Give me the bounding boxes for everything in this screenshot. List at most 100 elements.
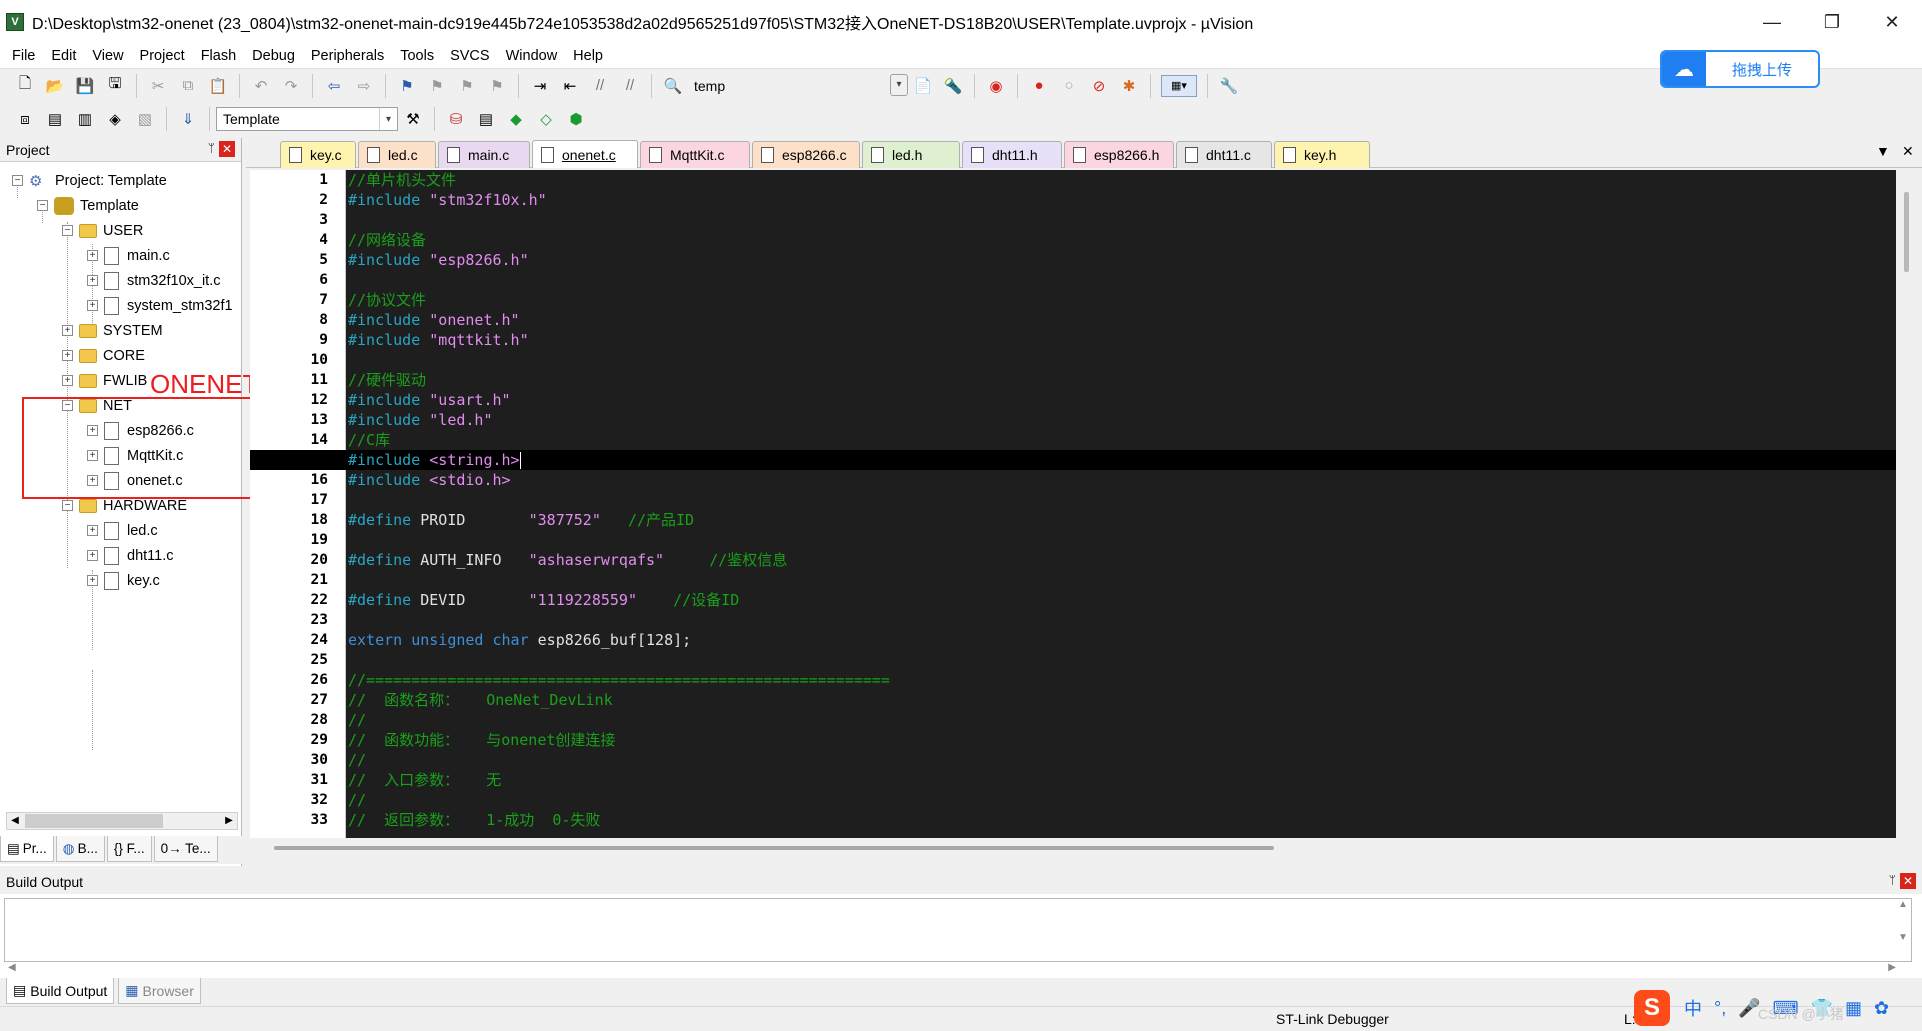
pin-icon[interactable]: ᛘ	[1889, 873, 1896, 887]
menu-file[interactable]: File	[6, 48, 45, 64]
code-line[interactable]: 9 #include "mqttkit.h"	[250, 330, 1896, 350]
tab-dht11-h[interactable]: dht11.h	[962, 141, 1062, 168]
tab-main-c[interactable]: main.c	[438, 141, 530, 168]
close-icon[interactable]: ✕	[219, 141, 235, 157]
code-line[interactable]: 28 //	[250, 710, 1896, 730]
code-line[interactable]: 17	[250, 490, 1896, 510]
target-select[interactable]: Template ▾	[216, 107, 398, 131]
code-line[interactable]: 26 //====================================…	[250, 670, 1896, 690]
menu-svcs[interactable]: SVCS	[444, 48, 500, 64]
menu-help[interactable]: Help	[567, 48, 613, 64]
breakpoint-disable-all-icon[interactable]: ⊘	[1088, 75, 1110, 97]
tab-books[interactable]: ◍ B...	[55, 836, 105, 862]
code-line[interactable]: 15 #include <string.h>	[250, 450, 1896, 470]
expand-icon[interactable]: +	[87, 550, 98, 561]
code-line[interactable]: 4 //网络设备	[250, 230, 1896, 250]
code-line[interactable]: 12 #include "usart.h"	[250, 390, 1896, 410]
code-editor[interactable]: 1 //单片机头文件 2 #include "stm32f10x.h" 3 4 //网络设备…	[250, 170, 1896, 838]
scroll-right-icon[interactable]: ▶	[1888, 962, 1896, 973]
comment-icon[interactable]: //	[589, 75, 611, 97]
code-line[interactable]: 10	[250, 350, 1896, 370]
code-line[interactable]: 27 // 函数名称： OneNet_DevLink	[250, 690, 1896, 710]
tree-item-file[interactable]: + stm32f10x_it.c	[87, 268, 221, 293]
find-combo[interactable]: temp ▾	[688, 73, 908, 98]
bookmark-prev-icon[interactable]: ⚑	[426, 75, 448, 97]
tree-item-group-user[interactable]: − USER	[62, 218, 143, 243]
tab-led-h[interactable]: led.h	[862, 141, 960, 168]
close-icon[interactable]: ✕	[1900, 873, 1916, 889]
tab-dht11-c[interactable]: dht11.c	[1176, 141, 1272, 168]
expand-icon[interactable]: +	[87, 575, 98, 586]
project-horizontal-scrollbar[interactable]: ◀ ▶	[6, 812, 238, 830]
tab-build-output[interactable]: ▤ Build Output	[6, 978, 115, 1004]
code-line[interactable]: 13 #include "led.h"	[250, 410, 1896, 430]
scrollbar-thumb[interactable]	[274, 846, 1274, 850]
sogou-ime-logo[interactable]: S	[1634, 990, 1670, 1026]
redo-icon[interactable]: ↷	[280, 75, 302, 97]
code-line[interactable]: 8 #include "onenet.h"	[250, 310, 1896, 330]
tab-list-icon[interactable]: ▼	[1876, 143, 1890, 159]
scrollbar-thumb[interactable]	[1904, 192, 1909, 272]
collapse-icon[interactable]: −	[62, 225, 73, 236]
breakpoint-insert-icon[interactable]: ●	[1028, 75, 1050, 97]
menu-window[interactable]: Window	[500, 48, 568, 64]
tab-key-h[interactable]: key.h	[1274, 141, 1370, 168]
more-icon[interactable]: ✿	[1874, 998, 1889, 1019]
cut-icon[interactable]: ✂	[147, 75, 169, 97]
tab-led-c[interactable]: led.c	[358, 141, 436, 168]
file-extensions-icon[interactable]: ⛁	[445, 108, 467, 130]
tab-mqttkit-c[interactable]: MqttKit.c	[640, 141, 750, 168]
unindent-icon[interactable]: ⇤	[559, 75, 581, 97]
expand-icon[interactable]: +	[87, 250, 98, 261]
build-output-text[interactable]: ▲ ▼	[4, 898, 1912, 962]
tree-item-file[interactable]: + system_stm32f1	[87, 293, 237, 318]
scroll-left-icon[interactable]: ◀	[7, 813, 23, 829]
tree-item-file[interactable]: + main.c	[87, 243, 170, 268]
tree-item-file[interactable]: + led.c	[87, 518, 158, 543]
paste-icon[interactable]: 📋	[207, 75, 229, 97]
breakpoint-kill-all-icon[interactable]: ✱	[1118, 75, 1140, 97]
chevron-down-icon[interactable]: ▾	[890, 73, 908, 96]
run-time-env-icon[interactable]: ⬢	[565, 108, 587, 130]
code-line[interactable]: 30 //	[250, 750, 1896, 770]
tree-item-group-core[interactable]: + CORE	[62, 343, 145, 368]
build-output-vertical-scrollbar[interactable]: ▲ ▼	[1895, 899, 1911, 961]
collapse-icon[interactable]: −	[37, 200, 48, 211]
build-output-horizontal-scrollbar[interactable]: ◀ ▶	[4, 962, 1896, 976]
tree-item-target[interactable]: − Template	[37, 193, 139, 218]
menu-tools[interactable]: Tools	[394, 48, 444, 64]
editor-vertical-scrollbar[interactable]	[1898, 170, 1916, 838]
tree-item-file[interactable]: + dht11.c	[87, 543, 174, 568]
tab-templates[interactable]: 0→ Te...	[153, 836, 218, 862]
manage-components-icon[interactable]: ▤	[475, 108, 497, 130]
target-options-icon[interactable]: ⚒	[402, 108, 424, 130]
code-line[interactable]: 7 //协议文件	[250, 290, 1896, 310]
tab-onenet-c[interactable]: onenet.c	[532, 140, 638, 168]
restore-button[interactable]: ❐	[1802, 0, 1862, 44]
tab-esp8266-c[interactable]: esp8266.c	[752, 141, 860, 168]
uncomment-icon[interactable]: //	[619, 75, 641, 97]
menu-project[interactable]: Project	[134, 48, 195, 64]
editor-horizontal-scrollbar[interactable]	[250, 838, 1916, 858]
code-line[interactable]: 24 extern unsigned char esp8266_buf[128];	[250, 630, 1896, 650]
translate-icon[interactable]: ⧈	[14, 108, 36, 130]
menu-flash[interactable]: Flash	[195, 48, 246, 64]
scroll-right-icon[interactable]: ▶	[221, 813, 237, 829]
tab-key-c[interactable]: key.c	[280, 141, 356, 168]
code-line[interactable]: 20 #define AUTH_INFO "ashaserwrqafs" //鉴权…	[250, 550, 1896, 570]
configure-icon[interactable]: 🔧	[1218, 75, 1240, 97]
menu-view[interactable]: View	[86, 48, 133, 64]
code-line[interactable]: 32 //	[250, 790, 1896, 810]
open-file-icon[interactable]: 📂	[44, 75, 66, 97]
save-all-icon[interactable]: 🖫	[104, 75, 126, 97]
debug-session-icon[interactable]: ◉	[985, 75, 1007, 97]
tree-item-project-root[interactable]: − ⚙ Project: Template	[12, 168, 167, 193]
tree-item-group-system[interactable]: + SYSTEM	[62, 318, 163, 343]
code-line[interactable]: 21	[250, 570, 1896, 590]
code-line[interactable]: 22 #define DEVID "1119228559" //设备ID	[250, 590, 1896, 610]
expand-icon[interactable]: +	[62, 375, 73, 386]
code-line[interactable]: 29 // 函数功能： 与onenet创建连接	[250, 730, 1896, 750]
code-line[interactable]: 3	[250, 210, 1896, 230]
collapse-icon[interactable]: −	[62, 500, 73, 511]
minimize-button[interactable]: —	[1742, 0, 1802, 44]
